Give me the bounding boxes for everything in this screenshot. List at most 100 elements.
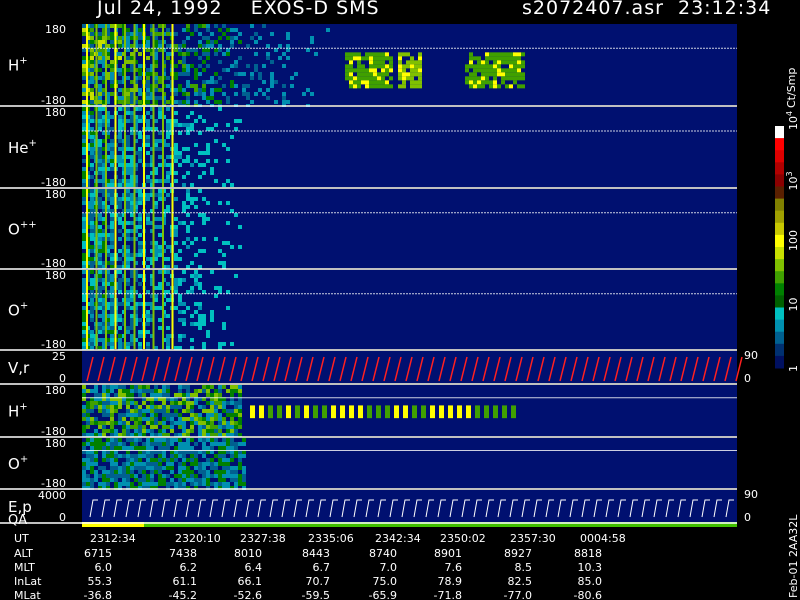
spectrogram-cell <box>94 405 98 409</box>
spectrogram-cell <box>381 76 385 81</box>
spectrogram-cell <box>98 76 102 80</box>
spectrogram-cell <box>110 213 114 217</box>
spectrogram-cell <box>214 237 218 241</box>
spectrogram-cell <box>206 413 210 417</box>
spectrogram-cell <box>190 405 194 409</box>
colorbar-segment <box>775 234 784 248</box>
spectrogram-cell <box>102 478 106 482</box>
spectrogram-cell <box>398 76 402 81</box>
spectrogram-cell <box>194 159 198 163</box>
spectrogram-cell <box>98 326 102 330</box>
colorbar-segment <box>775 247 784 260</box>
spectrogram-cell <box>90 167 94 171</box>
spectrogram-cell <box>146 221 150 225</box>
spectrogram-cell <box>166 44 170 48</box>
axis-value-ut: 0004:58 <box>580 532 626 545</box>
spectrogram-cell <box>174 454 178 458</box>
spectrogram-cell <box>517 60 521 65</box>
spectrogram-cell <box>238 389 242 393</box>
spectrogram-cell <box>190 123 194 127</box>
spectrogram-cell <box>186 115 190 119</box>
spectrogram-cell <box>118 413 122 417</box>
spectrogram-cell <box>194 278 198 282</box>
spectrogram-cell <box>322 405 327 419</box>
spectrogram-cell <box>174 393 178 397</box>
spectrogram-cell <box>493 60 497 65</box>
spectrogram-cell <box>118 318 122 322</box>
spectrogram-cell <box>138 36 142 40</box>
spectrogram-cell <box>202 314 206 318</box>
panel-label: O+ <box>8 454 28 473</box>
spectrogram-cell <box>493 52 497 57</box>
spectrogram-cell <box>174 32 178 36</box>
spectrogram-cell <box>182 88 186 92</box>
spectrogram-cell <box>102 470 106 474</box>
spectrogram-cell <box>158 76 162 80</box>
axis-value-mlt: 10.3 <box>578 561 603 574</box>
spectrogram-cell <box>186 409 190 413</box>
spectrogram-cell <box>254 92 258 96</box>
spectrogram-cell <box>190 482 194 486</box>
spectrogram-cell <box>82 119 86 123</box>
spectrogram-cell <box>110 302 114 306</box>
spectrogram-cell <box>126 438 130 442</box>
spectrogram-cell <box>210 438 214 442</box>
spectrogram-cell <box>114 405 118 409</box>
panel-right-top: 90 <box>744 349 758 362</box>
spectrogram-cell <box>142 478 146 482</box>
spectrogram-cell <box>214 466 218 470</box>
spectrogram-cell <box>98 225 102 229</box>
spectrogram-cell <box>114 482 118 486</box>
spectrogram-cell <box>412 405 417 419</box>
spectrogram-cell <box>82 115 86 119</box>
spectrogram-cell <box>210 429 214 433</box>
spectrogram-cell <box>114 470 118 474</box>
spectrogram-cell <box>210 393 214 397</box>
spectrogram-cell <box>202 470 206 474</box>
spectrogram-cell <box>126 163 130 167</box>
spectrogram-cell <box>94 401 98 405</box>
spectrogram-cell <box>82 135 86 139</box>
spectrogram-cell <box>86 401 90 405</box>
spectrogram-cell <box>485 64 489 69</box>
spectrogram-cell <box>242 466 246 470</box>
spectrogram-cell <box>389 84 393 89</box>
spectrogram-cell <box>130 92 134 96</box>
spectrogram-cell <box>122 425 126 429</box>
spectrogram-cell <box>126 425 130 429</box>
spectrogram-cell <box>178 389 182 393</box>
spectrogram-cell <box>202 88 206 92</box>
spectrogram-cell <box>126 421 130 425</box>
spectrogram-cell <box>485 76 489 81</box>
spectrogram-cell <box>126 201 130 205</box>
spectrogram-cell <box>82 92 86 96</box>
spectrogram-cell <box>90 127 94 131</box>
spectrogram-cell <box>90 163 94 167</box>
spectrogram-cell <box>158 32 162 36</box>
spectrogram-cell <box>448 405 453 419</box>
spectrogram-cell <box>357 56 361 61</box>
spectrogram-cell <box>345 64 349 69</box>
spectrogram-stripe <box>114 24 117 105</box>
spectrogram-cell <box>214 88 218 92</box>
spectrogram-cell <box>110 318 114 322</box>
spectrogram-cell <box>126 462 130 466</box>
spectrogram-stripe <box>95 189 98 268</box>
spectrogram-cell <box>214 417 218 421</box>
spectrogram-cell <box>218 429 222 433</box>
spectrogram-cell <box>146 88 150 92</box>
spectrogram-cell <box>86 458 90 462</box>
spectrogram-cell <box>90 205 94 209</box>
spectrogram-cell <box>206 147 210 151</box>
spectrogram-cell <box>190 413 194 417</box>
spectrogram-cell <box>162 405 166 409</box>
spectrogram-cell <box>118 421 122 425</box>
spectrogram-cell <box>90 257 94 261</box>
spectrogram-cell <box>118 72 122 76</box>
spectrogram-cell <box>226 179 230 183</box>
spectrogram-cell <box>381 72 385 77</box>
panel-background <box>82 189 737 268</box>
spectrogram-cell <box>82 257 86 261</box>
spectrogram-cell <box>166 135 170 139</box>
spectrogram-cell <box>90 229 94 233</box>
